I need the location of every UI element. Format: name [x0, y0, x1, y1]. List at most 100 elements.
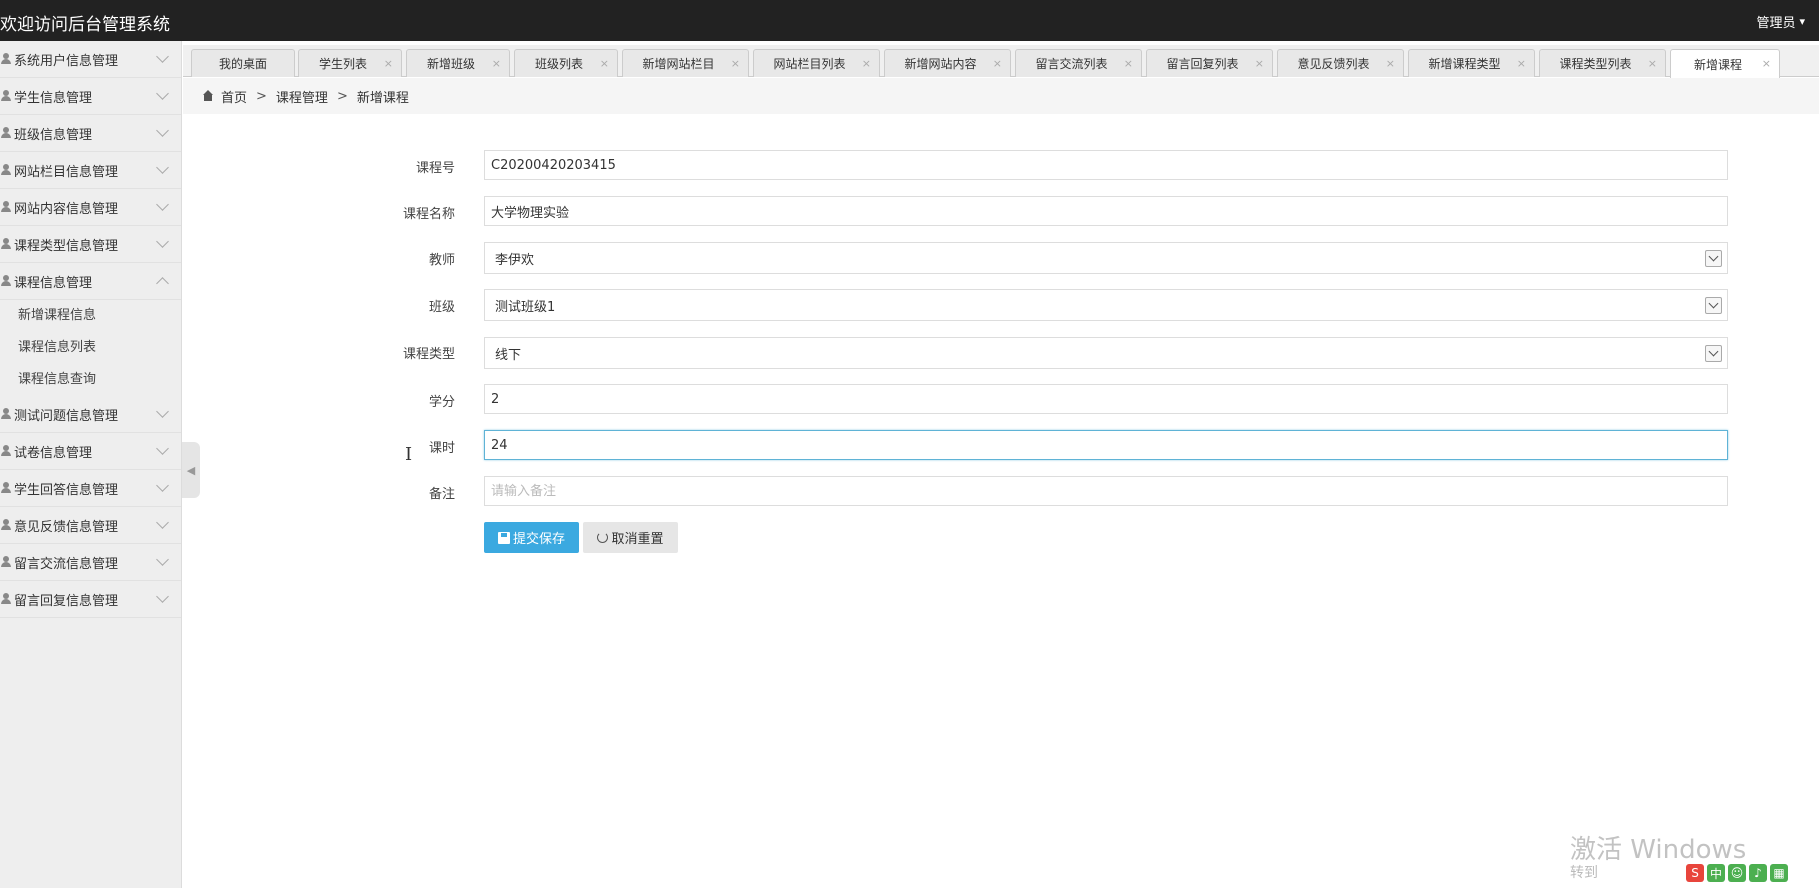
close-icon[interactable]: ×	[1648, 57, 1657, 70]
tab-label: 我的桌面	[218, 57, 267, 71]
tab-reply-list[interactable]: 留言回复列表 ×	[1146, 49, 1273, 77]
close-icon[interactable]: ×	[600, 57, 609, 70]
tab-student-list[interactable]: 学生列表 ×	[298, 49, 402, 77]
teacher-select[interactable]: 李伊欢	[484, 242, 1728, 274]
system-tray: S 中 ☺ ♪ ▦	[1686, 864, 1788, 882]
breadcrumb-separator: >	[256, 88, 267, 104]
tab-label: 新增网站栏目	[642, 57, 715, 71]
hours-input[interactable]	[484, 430, 1728, 460]
chevron-down-icon	[156, 161, 169, 174]
close-icon[interactable]: ×	[993, 57, 1002, 70]
sidebar-item-site-content[interactable]: 网站内容信息管理	[0, 189, 181, 226]
language-icon[interactable]: 中	[1707, 864, 1725, 882]
user-icon	[1, 408, 11, 420]
submenu-item-course-list[interactable]: 课程信息列表	[0, 332, 181, 364]
tab-desktop[interactable]: 我的桌面	[191, 49, 295, 77]
home-icon	[201, 90, 215, 102]
user-icon	[1, 90, 11, 102]
sidebar-item-classes[interactable]: 班级信息管理	[0, 115, 181, 152]
keyboard-icon[interactable]: ▦	[1770, 864, 1788, 882]
top-bar: 欢迎访问后台管理系统 管理员 ▾	[0, 0, 1819, 41]
chevron-down-icon	[156, 479, 169, 492]
sidebar-item-courses[interactable]: 课程信息管理	[0, 263, 181, 300]
sidebar-item-messages[interactable]: 留言交流信息管理	[0, 544, 181, 581]
close-icon[interactable]: ×	[1255, 57, 1264, 70]
sidebar-item-label: 班级信息管理	[14, 127, 93, 143]
chevron-down-icon	[156, 235, 169, 248]
tab-label: 学生列表	[318, 57, 367, 71]
remark-label: 备注	[428, 487, 455, 502]
microphone-icon[interactable]: ♪	[1749, 864, 1767, 882]
sidebar-item-site-columns[interactable]: 网站栏目信息管理	[0, 152, 181, 189]
breadcrumb: 首页 > 课程管理 > 新增课程	[183, 78, 1819, 114]
emoji-icon[interactable]: ☺	[1728, 864, 1746, 882]
close-icon[interactable]: ×	[1124, 57, 1133, 70]
tab-add-site-content[interactable]: 新增网站内容 ×	[884, 49, 1011, 77]
sidebar-item-label: 意见反馈信息管理	[14, 519, 119, 535]
breadcrumb-separator: >	[336, 88, 348, 104]
class-label: 班级	[428, 300, 455, 315]
course-name-input[interactable]	[484, 196, 1728, 226]
ime-icon[interactable]: S	[1686, 864, 1704, 882]
close-icon[interactable]: ×	[731, 57, 740, 70]
tab-label: 网站栏目列表	[773, 57, 846, 71]
close-icon[interactable]: ×	[862, 57, 871, 70]
submenu-item-add-course[interactable]: 新增课程信息	[0, 300, 181, 332]
tab-add-course[interactable]: 新增课程 ×	[1670, 49, 1780, 78]
breadcrumb-level1[interactable]: 课程管理	[276, 87, 328, 106]
breadcrumb-home[interactable]: 首页	[221, 87, 247, 106]
sidebar-item-feedback[interactable]: 意见反馈信息管理	[0, 507, 181, 544]
submit-save-label: 提交保存	[512, 532, 565, 547]
credit-input[interactable]	[484, 384, 1728, 414]
close-icon[interactable]: ×	[384, 57, 393, 70]
cancel-reset-label: 取消重置	[611, 532, 664, 547]
tab-message-list[interactable]: 留言交流列表 ×	[1015, 49, 1142, 77]
sidebar-item-student-answers[interactable]: 学生回答信息管理	[0, 470, 181, 507]
submenu-item-course-query[interactable]: 课程信息查询	[0, 364, 181, 396]
close-icon[interactable]: ×	[1762, 57, 1771, 70]
tab-site-column-list[interactable]: 网站栏目列表 ×	[753, 49, 880, 77]
course-type-select[interactable]: 线下	[484, 337, 1728, 369]
user-icon	[1, 201, 11, 213]
sidebar-item-test-questions[interactable]: 测试问题信息管理	[0, 396, 181, 433]
close-icon[interactable]: ×	[492, 57, 501, 70]
sidebar-item-replies[interactable]: 留言回复信息管理	[0, 581, 181, 618]
chevron-down-icon	[156, 442, 169, 455]
sidebar-item-label: 测试问题信息管理	[14, 408, 119, 424]
tab-add-class[interactable]: 新增班级 ×	[406, 49, 510, 77]
chevron-down-icon	[156, 590, 169, 603]
chevron-down-icon	[156, 553, 169, 566]
cancel-reset-button[interactable]: 取消重置	[583, 522, 678, 553]
tab-course-type-list[interactable]: 课程类型列表 ×	[1539, 49, 1666, 77]
sidebar-item-system-users[interactable]: 系统用户信息管理	[0, 41, 181, 78]
sidebar-collapse-handle[interactable]: ◀	[182, 442, 200, 498]
user-menu[interactable]: 管理员 ▾	[1756, 12, 1805, 31]
sidebar-item-course-types[interactable]: 课程类型信息管理	[0, 226, 181, 263]
activate-windows-watermark: 激活 Windows	[1570, 835, 1747, 865]
user-icon	[1, 482, 11, 494]
close-icon[interactable]: ×	[1386, 57, 1395, 70]
tab-feedback-list[interactable]: 意见反馈列表 ×	[1277, 49, 1404, 77]
class-select[interactable]: 测试班级1	[484, 289, 1728, 321]
tab-label: 新增课程	[1693, 57, 1742, 72]
tab-label: 意见反馈列表	[1297, 57, 1370, 71]
tab-add-course-type[interactable]: 新增课程类型 ×	[1408, 49, 1535, 77]
tab-label: 课程类型列表	[1559, 57, 1632, 71]
user-icon	[1, 238, 11, 250]
chevron-down-icon	[156, 50, 169, 63]
tab-label: 留言交流列表	[1035, 57, 1108, 71]
sidebar-item-students[interactable]: 学生信息管理	[0, 78, 181, 115]
user-icon	[1, 556, 11, 568]
user-icon	[1, 519, 11, 531]
course-no-input[interactable]	[484, 150, 1728, 180]
submit-save-button[interactable]: 提交保存	[484, 522, 579, 553]
courses-submenu: 新增课程信息 课程信息列表 课程信息查询	[0, 300, 181, 396]
tab-add-site-column[interactable]: 新增网站栏目 ×	[622, 49, 749, 77]
close-icon[interactable]: ×	[1517, 57, 1526, 70]
remark-input[interactable]	[484, 476, 1728, 506]
tab-class-list[interactable]: 班级列表 ×	[514, 49, 618, 77]
course-type-selected-value: 线下	[495, 347, 522, 363]
sidebar-item-exam-papers[interactable]: 试卷信息管理	[0, 433, 181, 470]
tab-bar: 我的桌面 学生列表 × 新增班级 × 班级列表 × 新增网站栏目 × 网站栏目列表 × 新…	[183, 45, 1819, 78]
sidebar-item-label: 网站内容信息管理	[14, 201, 119, 217]
